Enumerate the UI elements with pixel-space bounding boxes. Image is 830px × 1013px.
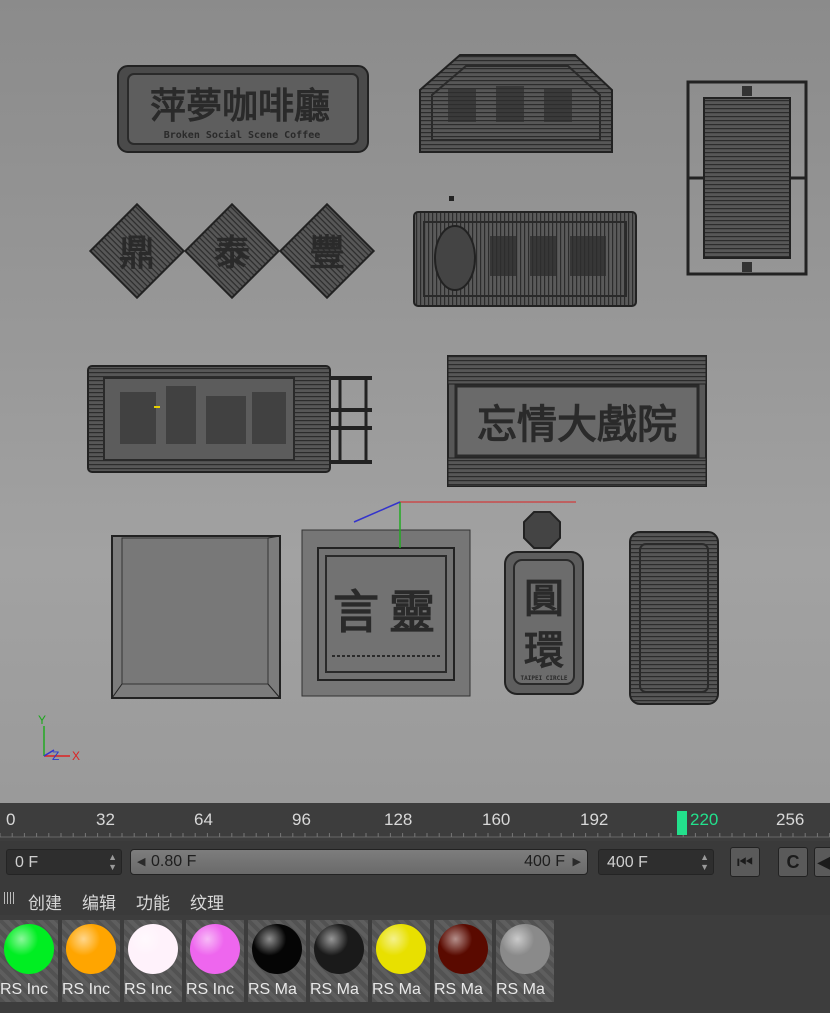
sign-striped-tablet[interactable] xyxy=(629,531,719,705)
axis-z-label: Z xyxy=(52,749,59,763)
sign-plaque-coffee[interactable]: 萍夢咖啡廳 Broken Social Scene Coffee xyxy=(117,65,369,153)
material-label: RS Ma xyxy=(310,981,359,998)
grip-icon[interactable] xyxy=(4,892,16,904)
sign-vertical-pill[interactable]: 圓 環 TAIPEI CIRCLE xyxy=(504,511,584,695)
sign-theatre[interactable]: 忘情大戲院 xyxy=(447,355,707,487)
pill-char-top: 圓 xyxy=(524,575,564,622)
sign-striped-plaque[interactable] xyxy=(413,196,637,307)
go-to-start-button[interactable]: ⏮ xyxy=(730,847,760,877)
material-swatch[interactable]: RS Inc xyxy=(124,920,182,1002)
end-frame-field[interactable]: 400 F ▲ ▼ xyxy=(598,849,714,875)
viewport-3d[interactable]: 萍夢咖啡廳 Broken Social Scene Coffee 鼎 泰 豐 忘… xyxy=(0,0,830,803)
material-label: RS Ma xyxy=(248,981,297,998)
axis-x-label: X xyxy=(72,749,80,763)
material-ball xyxy=(438,924,488,974)
material-swatch[interactable]: RS Inc xyxy=(62,920,120,1002)
material-label: RS Inc xyxy=(0,981,49,998)
material-swatch[interactable]: RS Inc xyxy=(0,920,58,1002)
pill-char-bottom: 環 xyxy=(524,627,564,674)
start-frame-field[interactable]: 0 F ▲ ▼ xyxy=(6,849,122,875)
stepper-icon[interactable]: ▲ ▼ xyxy=(108,852,117,872)
diamond-char-1: 鼎 xyxy=(119,232,155,274)
timeline-ruler[interactable]: 0 32 64 96 128 160 192 256 220 xyxy=(0,803,830,841)
tick-128: 128 xyxy=(384,810,413,829)
material-ball xyxy=(314,924,364,974)
diamond-char-3: 豐 xyxy=(309,232,345,274)
tick-64: 64 xyxy=(194,810,213,829)
material-swatch[interactable]: RS Ma xyxy=(434,920,492,1002)
frame-controls: 0 F ▲ ▼ ◀ 0.80 F 400 F ▶ 400 F ▲ ▼ ⏮ C ◀ xyxy=(0,841,830,883)
loop-icon: C xyxy=(786,852,800,872)
material-swatch[interactable]: RS Ma xyxy=(310,920,368,1002)
frame-range-slider[interactable]: ◀ 0.80 F 400 F ▶ xyxy=(130,849,588,875)
sign-vertical-frame[interactable] xyxy=(686,80,808,276)
seal-char-right: 靈 xyxy=(389,585,435,639)
menu-texture[interactable]: 纹理 xyxy=(190,889,224,914)
start-frame-value: 0 F xyxy=(15,854,39,871)
material-ball xyxy=(4,924,54,974)
sign6-title: 忘情大戲院 xyxy=(477,401,677,448)
prev-key-button[interactable]: ◀ xyxy=(814,847,830,877)
sign1-subtitle: Broken Social Scene Coffee xyxy=(164,129,321,141)
range-right-arrow-icon[interactable]: ▶ xyxy=(573,850,581,874)
tick-160: 160 xyxy=(482,810,511,829)
diamond-char-2: 泰 xyxy=(214,232,251,274)
tick-0: 0 xyxy=(6,810,16,829)
range-end-value: 400 F xyxy=(524,853,565,870)
viewport-scene: 萍夢咖啡廳 Broken Social Scene Coffee 鼎 泰 豐 忘… xyxy=(38,54,808,763)
sign1-title: 萍夢咖啡廳 xyxy=(150,85,330,127)
sign-arched-plaque[interactable] xyxy=(419,54,613,153)
tick-256: 256 xyxy=(776,810,805,829)
sign-square-seal[interactable]: 言 靈 xyxy=(301,529,471,697)
prev-icon: ◀ xyxy=(817,852,830,872)
material-swatch[interactable]: RS Inc xyxy=(186,920,244,1002)
range-left-arrow-icon[interactable]: ◀ xyxy=(137,850,145,874)
pill-caption: TAIPEI CIRCLE xyxy=(521,675,568,682)
tick-32: 32 xyxy=(96,810,115,829)
material-label: RS Inc xyxy=(124,981,173,998)
menu-create[interactable]: 创建 xyxy=(28,889,62,914)
material-swatch[interactable]: RS Ma xyxy=(496,920,554,1002)
material-label: RS Ma xyxy=(372,981,421,998)
material-label: RS Ma xyxy=(434,981,483,998)
playhead-frame: 220 xyxy=(690,810,719,829)
sign-plain-box[interactable] xyxy=(111,535,281,699)
material-list: RS Inc RS Inc RS Inc RS Inc RS Ma RS Ma … xyxy=(0,915,830,1013)
material-ball xyxy=(252,924,302,974)
tick-192: 192 xyxy=(580,810,609,829)
end-frame-value: 400 F xyxy=(607,854,648,871)
material-ball xyxy=(66,924,116,974)
axis-gizmo-icon: Y Z X xyxy=(38,713,80,763)
menu-edit[interactable]: 编辑 xyxy=(82,889,116,914)
material-ball xyxy=(190,924,240,974)
material-swatch[interactable]: RS Ma xyxy=(372,920,430,1002)
skip-start-icon: ⏮ xyxy=(736,852,754,872)
material-swatch[interactable]: RS Ma xyxy=(248,920,306,1002)
sign-diamonds[interactable]: 鼎 泰 豐 xyxy=(88,202,376,300)
material-label: RS Ma xyxy=(496,981,545,998)
loop-button[interactable]: C xyxy=(778,847,808,877)
sign-bracket-sign[interactable] xyxy=(87,365,372,473)
axis-y-label: Y xyxy=(38,713,46,727)
material-ball xyxy=(128,924,178,974)
playhead-marker[interactable] xyxy=(677,811,687,835)
material-ball xyxy=(376,924,426,974)
material-label: RS Inc xyxy=(186,981,235,998)
material-menu-bar: 创建 编辑 功能 纹理 xyxy=(0,883,830,915)
tick-96: 96 xyxy=(292,810,311,829)
seal-char-left: 言 xyxy=(333,585,379,639)
stepper-icon[interactable]: ▲ ▼ xyxy=(700,852,709,872)
menu-function[interactable]: 功能 xyxy=(136,889,170,914)
range-start-value: 0.80 F xyxy=(151,853,197,870)
material-label: RS Inc xyxy=(62,981,111,998)
material-ball xyxy=(500,924,550,974)
